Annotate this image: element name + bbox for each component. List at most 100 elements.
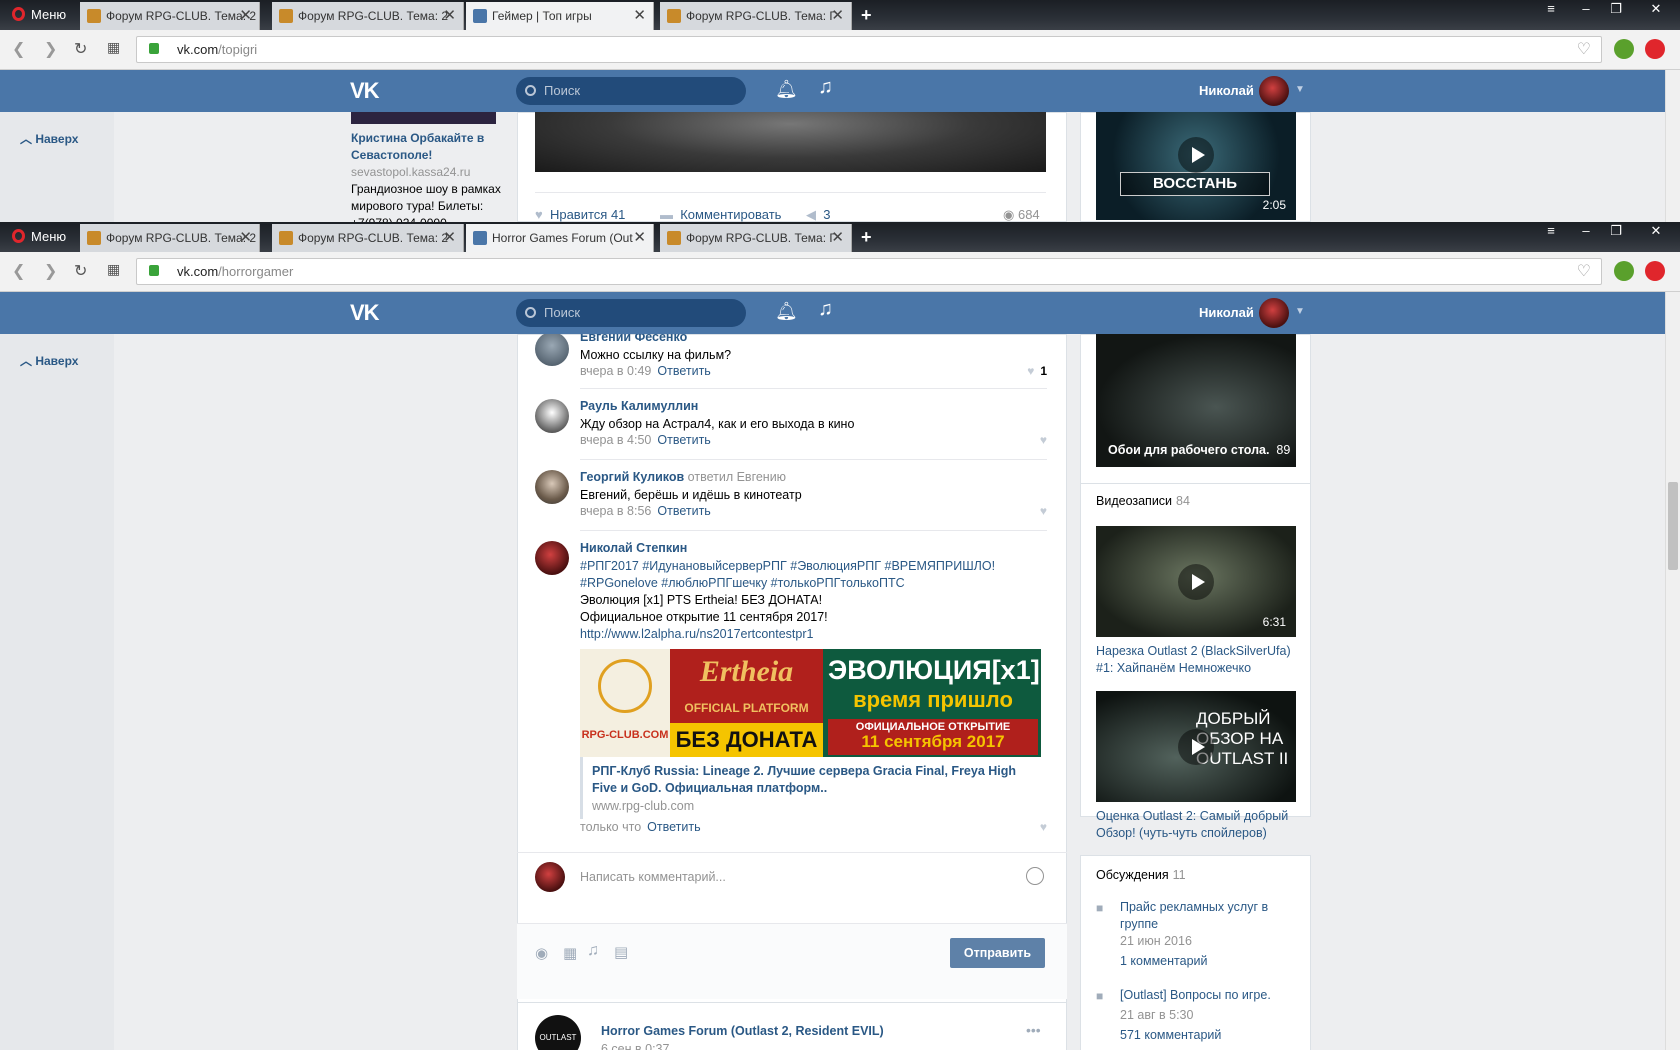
bookmark-heart-icon[interactable]: ♡ (1577, 259, 1591, 284)
speed-dial-icon[interactable]: ▦ (107, 261, 120, 278)
scrollbar-thumb[interactable] (1668, 482, 1678, 570)
close-tab-icon[interactable]: ✕ (831, 224, 844, 252)
tab-menu-icon[interactable]: ≡ (1540, 222, 1562, 242)
search-input[interactable]: Поиск (516, 299, 746, 327)
browser-menu-button[interactable]: Меню (0, 222, 78, 252)
post-image[interactable] (535, 112, 1046, 172)
search-input[interactable]: Поиск (516, 77, 746, 105)
discussion-title[interactable]: [Outlast] Вопросы по игре. (1120, 987, 1300, 1004)
close-tab-icon[interactable]: ✕ (239, 224, 252, 252)
close-tab-icon[interactable]: ✕ (831, 2, 844, 30)
share-button[interactable]: ◀ 3 (806, 207, 830, 222)
bell-icon[interactable]: 🔔︎ (775, 79, 798, 100)
album-thumbnail[interactable]: Обои для рабочего стола. 89 (1096, 334, 1296, 467)
tab-rpg-2[interactable]: Форум RPG-CLUB. Тема: 2 ✕ (272, 224, 464, 252)
maximize-icon[interactable]: ❐ (1602, 0, 1630, 20)
reload-icon[interactable]: ↻ (74, 261, 87, 281)
tab-vk-active[interactable]: Геймер | Топ игры ✕ (466, 2, 654, 30)
comment-like[interactable]: ♥ 1 (1027, 364, 1047, 378)
comment-input[interactable]: Написать комментарий... (580, 862, 1047, 892)
close-window-icon[interactable]: ✕ (1636, 0, 1676, 20)
back-icon[interactable]: ❮ (12, 261, 25, 281)
adblock-icon[interactable] (1645, 39, 1665, 59)
ad-block[interactable]: Кристина Орбакайте в Севастополе! sevast… (351, 130, 501, 222)
video-thumbnail[interactable]: 6:31 (1096, 526, 1296, 637)
avatar[interactable] (535, 399, 569, 433)
play-icon[interactable] (1178, 563, 1214, 600)
discussion-count[interactable]: 1 комментарий (1120, 953, 1207, 970)
comment-like[interactable]: ♥ (1040, 433, 1047, 447)
vk-logo-icon[interactable]: VK (350, 78, 380, 104)
comment-author[interactable]: Георгий Куликов ответил Евгению (580, 470, 786, 484)
video-thumbnail[interactable]: ДОБРЫЙ ОБЗОР НА OUTLAST II (1096, 691, 1296, 802)
avatar[interactable] (1259, 298, 1289, 328)
back-icon[interactable]: ❮ (12, 39, 25, 59)
send-button[interactable]: Отправить (950, 938, 1045, 968)
bookmark-heart-icon[interactable]: ♡ (1577, 37, 1591, 62)
avatar[interactable] (535, 470, 569, 504)
user-name[interactable]: Николай (1199, 70, 1254, 112)
scrollbar[interactable] (1665, 70, 1680, 222)
tab-rpg-1[interactable]: Форум RPG-CLUB. Тема: 2 ✕ (80, 2, 260, 30)
video-title[interactable]: Оценка Outlast 2: Самый добрый Обзор! (ч… (1096, 808, 1301, 842)
tab-rpg-3[interactable]: Форум RPG-CLUB. Тема: Г ✕ (660, 2, 852, 30)
ad-image[interactable] (351, 112, 496, 124)
hashtags-line[interactable]: #РПГ2017 #ИдунановыйсерверРПГ #ЭволюцияР… (580, 558, 995, 575)
more-icon[interactable]: ••• (1026, 1022, 1041, 1038)
play-icon[interactable] (1178, 137, 1214, 174)
play-icon[interactable] (1178, 728, 1214, 765)
reload-icon[interactable]: ↻ (74, 39, 87, 59)
discussion-title[interactable]: Прайс рекламных услуг в группе (1120, 899, 1300, 933)
vk-logo-icon[interactable]: VK (350, 300, 380, 326)
music-icon[interactable]: ♫ (818, 298, 833, 321)
document-icon[interactable]: ▤ (614, 943, 628, 961)
post-time[interactable]: 6 сен в 0:37 (601, 1042, 669, 1050)
video-icon[interactable]: ▦ (563, 944, 577, 962)
emoji-icon[interactable] (1026, 867, 1044, 885)
discussions-header[interactable]: Обсуждения 11 (1096, 868, 1186, 882)
reply-link[interactable]: Ответить (647, 820, 700, 834)
scrollbar[interactable] (1665, 292, 1680, 1050)
comment-like[interactable]: ♥ (1040, 820, 1047, 834)
tab-vk-active[interactable]: Horror Games Forum (Out ✕ (466, 224, 654, 252)
url-field[interactable]: vk.com/horrorgamer ♡ (136, 258, 1602, 285)
maximize-icon[interactable]: ❐ (1602, 222, 1630, 242)
comment-author[interactable]: Николай Степкин (580, 541, 687, 555)
avatar[interactable] (1259, 76, 1289, 106)
discussion-count[interactable]: 571 комментарий (1120, 1027, 1221, 1044)
music-icon[interactable]: ♫ (587, 942, 599, 960)
hashtags-line[interactable]: #RPGonelove #люблюРПГшечку #толькоРПГтол… (580, 575, 905, 592)
new-tab-icon[interactable]: + (861, 222, 872, 252)
close-tab-icon[interactable]: ✕ (443, 2, 456, 30)
videos-header[interactable]: Видеозаписи 84 (1096, 494, 1190, 508)
reply-link[interactable]: Ответить (657, 504, 710, 518)
chevron-down-icon[interactable]: ▼ (1295, 306, 1305, 317)
like-button[interactable]: ♥ Нравится 41 (535, 207, 625, 222)
video-thumbnail[interactable]: ВОССТАНЬ 2:05 (1096, 112, 1296, 220)
user-name[interactable]: Николай (1199, 292, 1254, 334)
link-card-title[interactable]: РПГ-Клуб Russia: Lineage 2. Лучшие серве… (592, 763, 1042, 797)
link-card-domain[interactable]: www.rpg-club.com (592, 799, 694, 813)
tab-rpg-2[interactable]: Форум RPG-CLUB. Тема: 2 ✕ (272, 2, 464, 30)
close-tab-icon[interactable]: ✕ (633, 224, 646, 252)
comment-author[interactable]: Рауль Калимуллин (580, 399, 698, 413)
scroll-up-link[interactable]: ︿ Наверх (20, 130, 78, 147)
minimize-icon[interactable]: – (1572, 222, 1600, 242)
comment-button[interactable]: ▬ Комментировать (660, 207, 781, 222)
group-name[interactable]: Horror Games Forum (Outlast 2, Resident … (601, 1024, 884, 1038)
browser-menu-button[interactable]: Меню (0, 0, 78, 30)
close-window-icon[interactable]: ✕ (1636, 222, 1676, 242)
speed-dial-icon[interactable]: ▦ (107, 39, 120, 56)
scroll-up-link[interactable]: ︿ Наверх (20, 352, 78, 369)
tab-menu-icon[interactable]: ≡ (1540, 0, 1562, 20)
tab-rpg-3[interactable]: Форум RPG-CLUB. Тема: Г ✕ (660, 224, 852, 252)
url-field[interactable]: vk.com/topigri ♡ (136, 36, 1602, 63)
close-tab-icon[interactable]: ✕ (239, 2, 252, 30)
download-extension-icon[interactable] (1614, 39, 1634, 59)
camera-icon[interactable]: ◉ (535, 944, 548, 962)
new-tab-icon[interactable]: + (861, 0, 872, 30)
reply-link[interactable]: Ответить (657, 364, 710, 378)
banner-image[interactable]: RPG-CLUB.COM Ertheia OFFICIAL PLATFORM Б… (580, 649, 1041, 757)
comment-link[interactable]: http://www.l2alpha.ru/ns2017ertcontestpr… (580, 626, 813, 643)
forward-icon[interactable]: ❯ (44, 39, 57, 59)
